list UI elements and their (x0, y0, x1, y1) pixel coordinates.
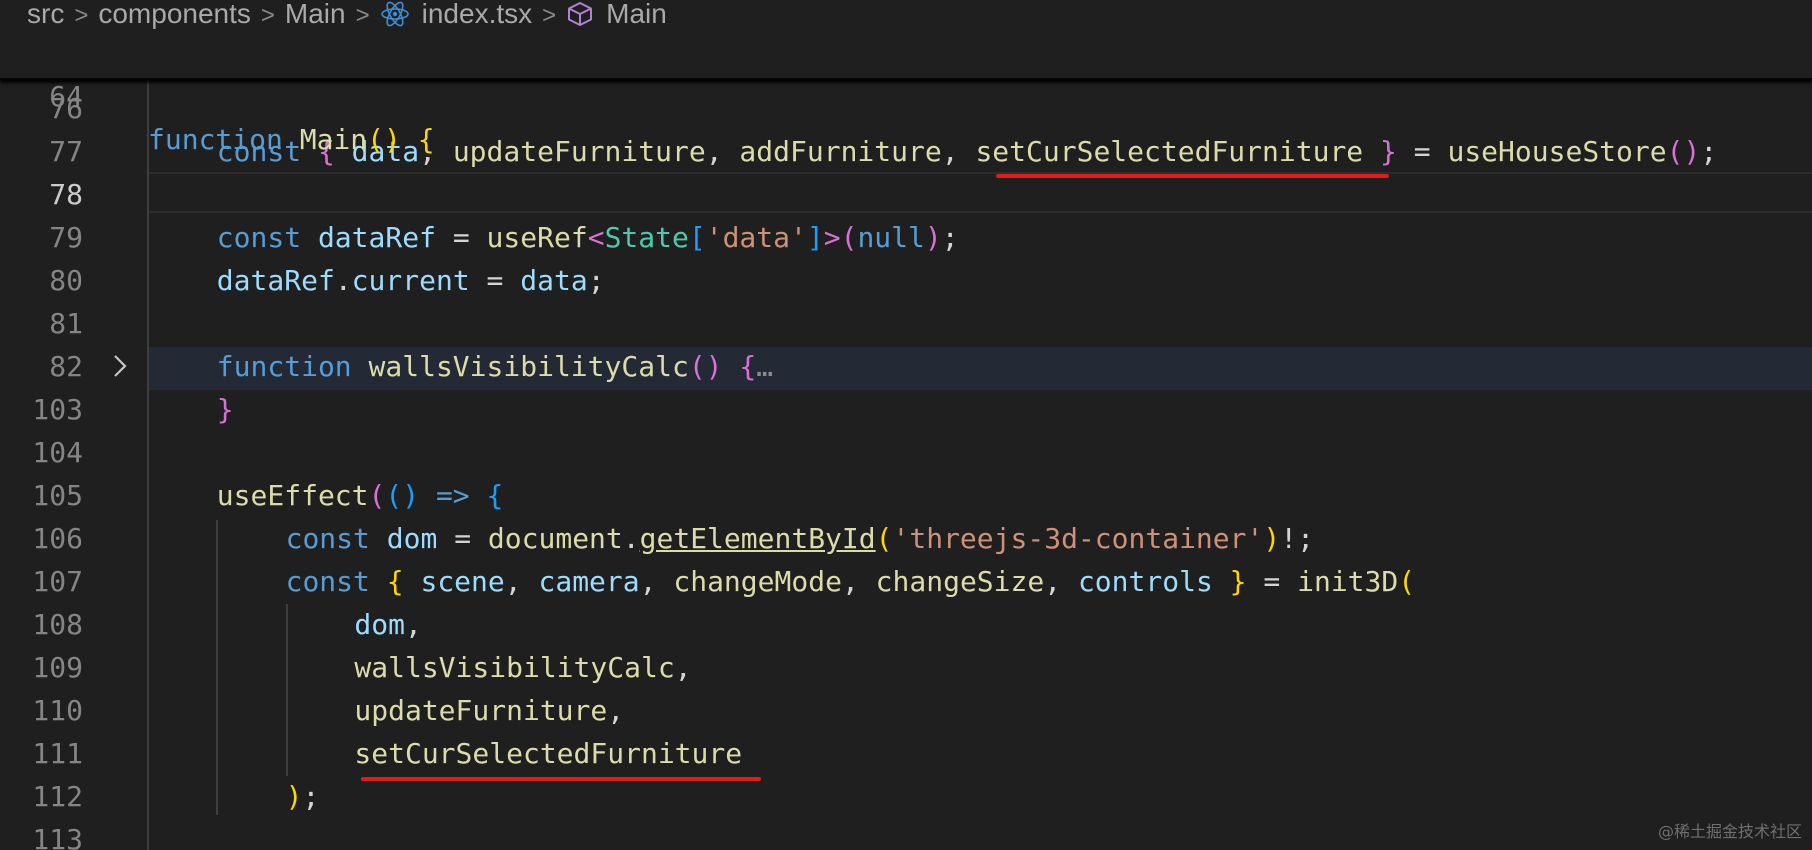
breadcrumb-item-symbol[interactable]: Main (606, 0, 667, 29)
chevron-right-icon[interactable] (111, 353, 129, 379)
code-line[interactable]: 78 (0, 173, 1812, 216)
code-text[interactable]: ); (286, 775, 320, 818)
breadcrumb: src > components > Main > index.tsx > Main (0, 0, 1812, 30)
breadcrumb-separator: > (260, 2, 275, 29)
breadcrumb-item-main-folder[interactable]: Main (285, 0, 346, 29)
code-line[interactable]: 113 (0, 818, 1812, 850)
code-line[interactable]: 79 const dataRef = useRef<State['data']>(… (0, 216, 1812, 259)
breadcrumb-separator: > (542, 2, 557, 29)
breadcrumb-item-file[interactable]: index.tsx (422, 0, 533, 29)
line-number: 80 (49, 264, 83, 297)
code-text[interactable]: function wallsVisibilityCalc() {… (217, 345, 773, 388)
code-line[interactable]: 81 (0, 302, 1812, 345)
line-number: 110 (32, 694, 83, 727)
code-text[interactable]: const { data, updateFurniture, addFurnit… (217, 130, 1717, 173)
line-number: 106 (32, 522, 83, 555)
cube-icon (568, 2, 593, 26)
line-number: 111 (32, 737, 83, 770)
breadcrumb-item-components[interactable]: components (98, 0, 251, 29)
red-underline-annotation (996, 174, 1389, 178)
code-line[interactable]: 112); (0, 775, 1812, 818)
sticky-scroll-header[interactable]: 64 function Main() { (0, 30, 1812, 156)
code-text[interactable]: updateFurniture, (354, 689, 624, 732)
breadcrumb-separator: > (74, 2, 89, 29)
code-line[interactable]: 105 useEffect(() => { (0, 474, 1812, 517)
code-text[interactable]: setCurSelectedFurniture (354, 732, 742, 775)
code-line[interactable]: 103} (0, 388, 1812, 431)
code-text[interactable]: wallsVisibilityCalc, (354, 646, 691, 689)
code-line[interactable]: 106 const dom = document.getElementById('… (0, 517, 1812, 560)
line-number: 64 (49, 80, 83, 113)
line-number: 82 (49, 350, 83, 383)
line-number: 81 (49, 307, 83, 340)
code-line[interactable]: 80 dataRef.current = data; (0, 259, 1812, 302)
line-number: 105 (32, 479, 83, 512)
line-number: 108 (32, 608, 83, 641)
code-line[interactable]: 111 setCurSelectedFurniture (0, 732, 1812, 775)
line-number: 113 (32, 823, 83, 850)
line-number: 79 (49, 221, 83, 254)
line-number: 103 (32, 393, 83, 426)
line-number: 109 (32, 651, 83, 684)
code-line[interactable]: 110 updateFurniture, (0, 689, 1812, 732)
code-text[interactable]: } (217, 388, 234, 431)
code-text[interactable]: useEffect(() => { (217, 474, 504, 517)
code-text[interactable]: const { scene, camera, changeMode, chang… (286, 560, 1416, 603)
code-line[interactable]: 104 (0, 431, 1812, 474)
code-line[interactable]: 109 wallsVisibilityCalc, (0, 646, 1812, 689)
line-number: 112 (32, 780, 83, 813)
code-text[interactable]: function Main() { (148, 118, 435, 161)
breadcrumb-separator: > (355, 2, 370, 29)
sticky-line: 64 function Main() { (0, 32, 1812, 156)
red-underline-annotation (361, 777, 761, 781)
react-icon (380, 1, 409, 27)
code-text[interactable]: dom, (354, 603, 421, 646)
breadcrumb-item-src[interactable]: src (27, 0, 64, 29)
line-number: 107 (32, 565, 83, 598)
code-line[interactable]: 82 function wallsVisibilityCalc() {… (0, 345, 1812, 388)
code-line[interactable]: 107 const { scene, camera, changeMode, ch… (0, 560, 1812, 603)
watermark: @稀土掘金技术社区 (1657, 822, 1802, 841)
line-number: 104 (32, 436, 83, 469)
code-text[interactable]: const dataRef = useRef<State['data']>(nu… (217, 216, 959, 259)
code-text[interactable]: const dom = document.getElementById('thr… (286, 517, 1314, 560)
code-editor[interactable]: src > components > Main > index.tsx > Main 64 fu… (0, 0, 1812, 850)
code-line[interactable]: 108 dom, (0, 603, 1812, 646)
code-text[interactable]: dataRef.current = data; (217, 259, 605, 302)
